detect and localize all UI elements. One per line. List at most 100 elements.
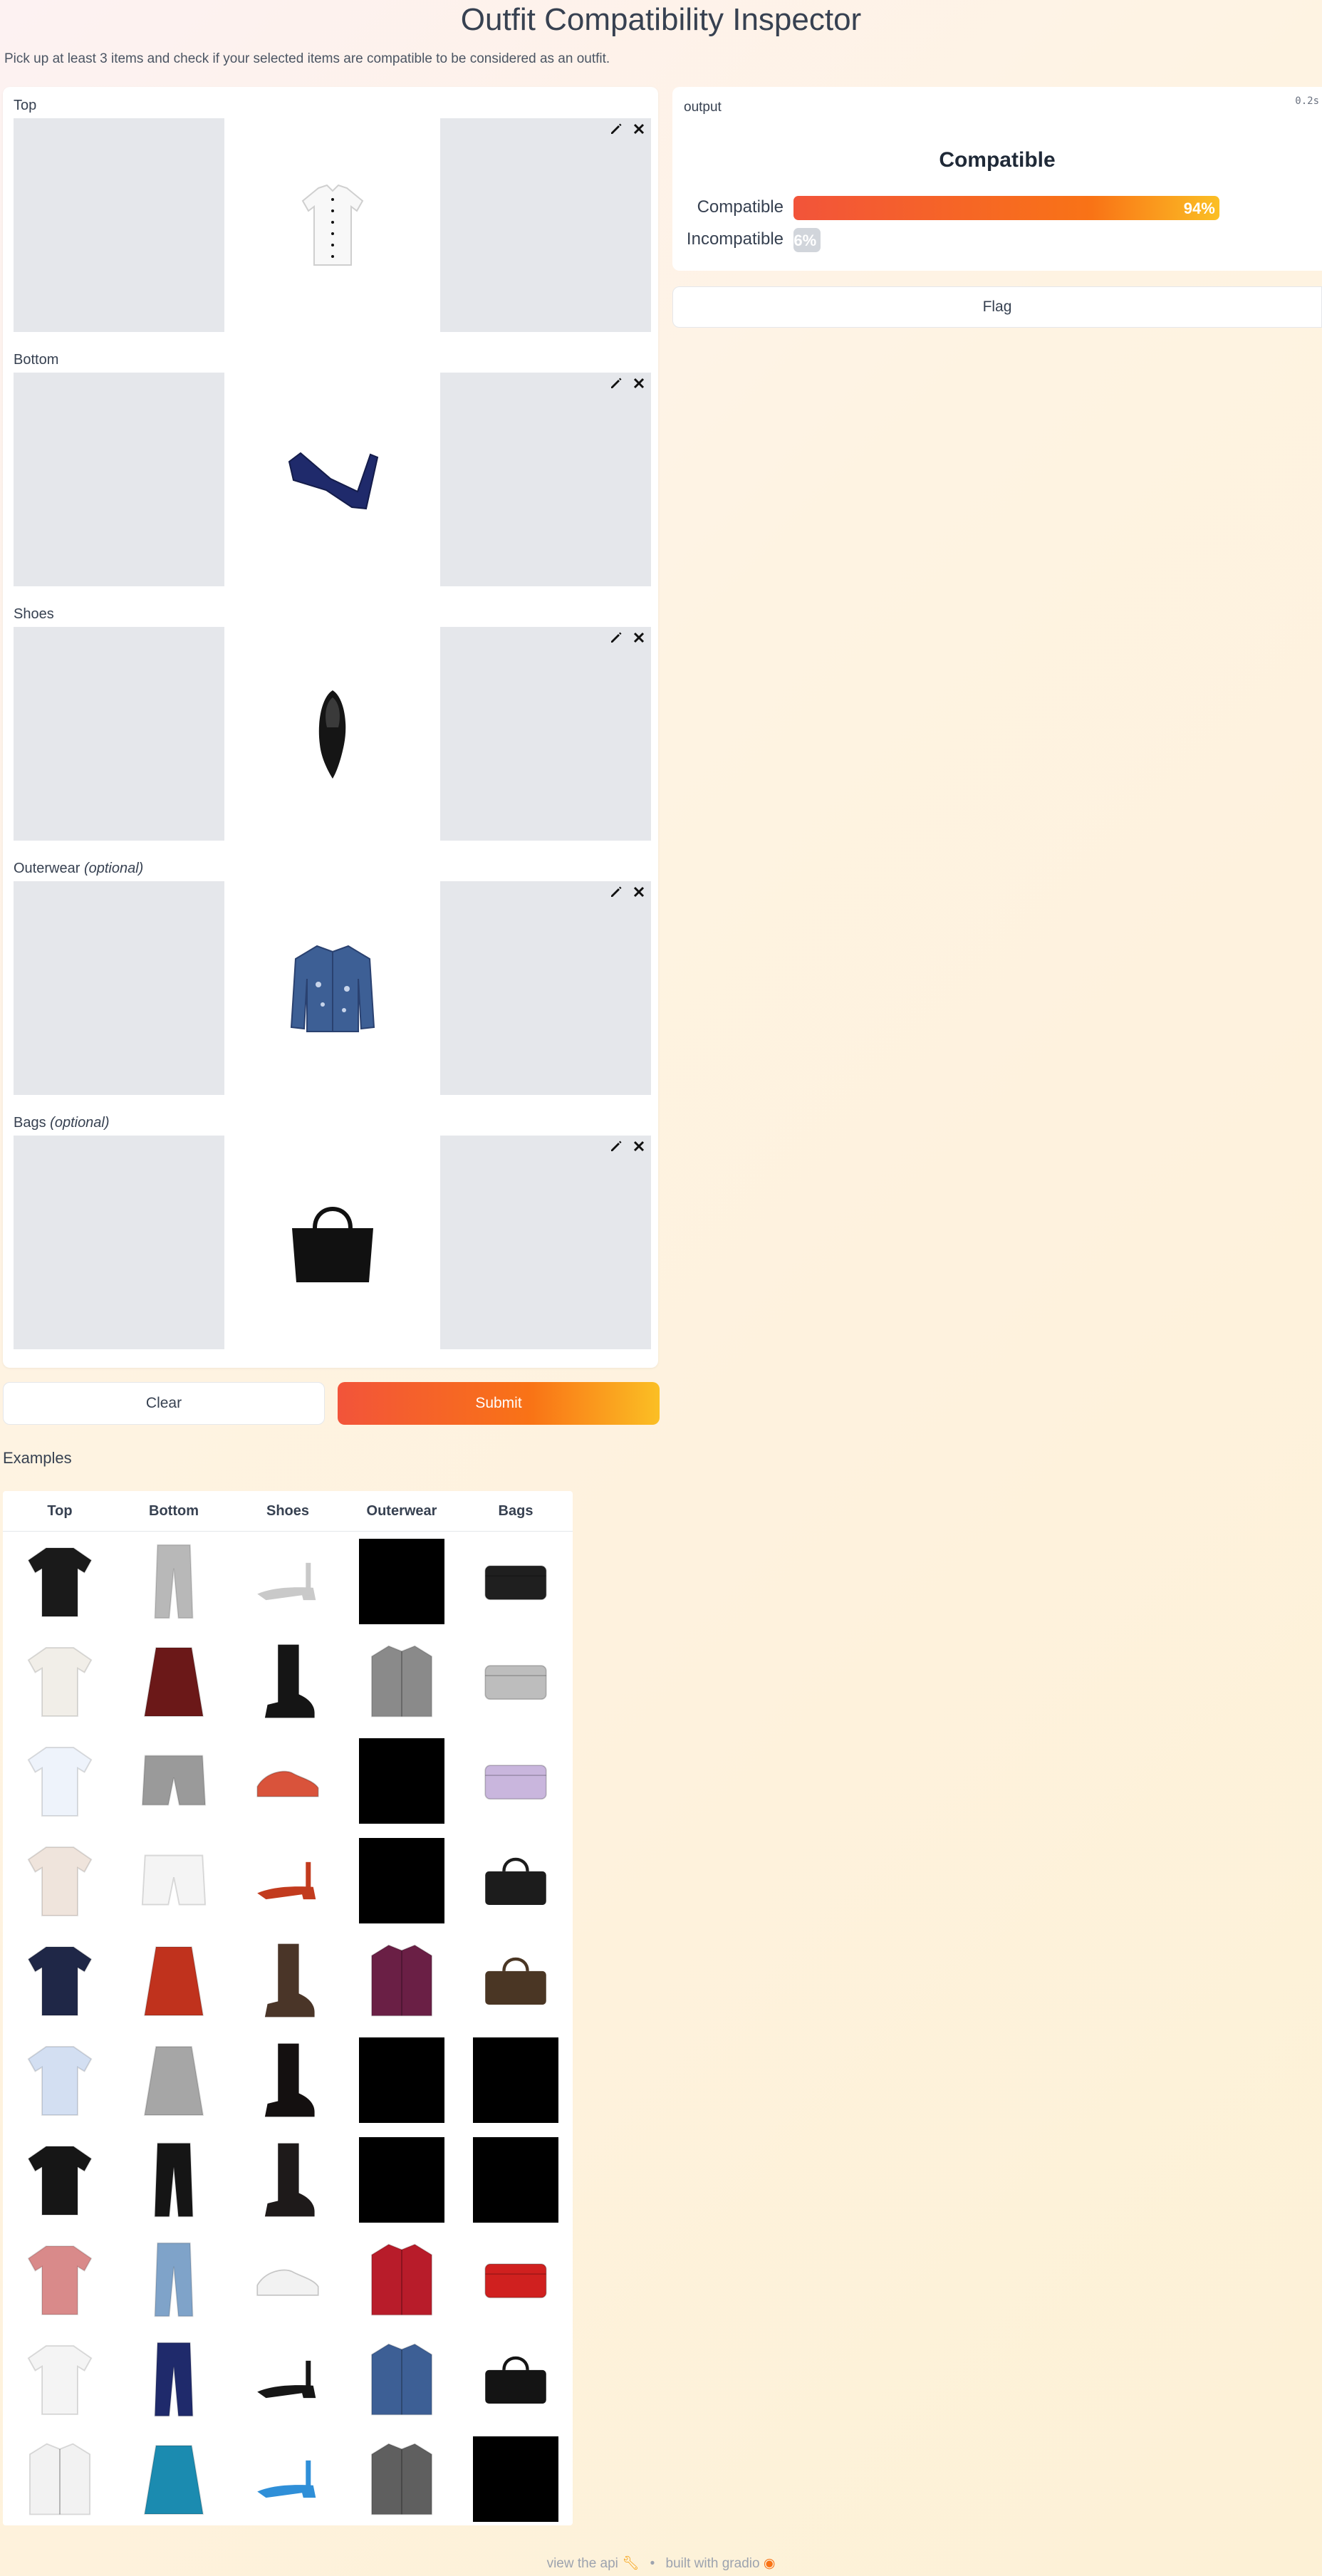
example-row[interactable] [3, 1731, 573, 1831]
confidence-percent: 6% [793, 232, 817, 249]
image-tools [608, 121, 647, 137]
example-cell [345, 1831, 459, 1931]
edit-pencil-icon[interactable] [608, 375, 624, 391]
example-cell [459, 1532, 573, 1631]
red-floral-mini-skirt-icon [131, 1638, 217, 1724]
example-cell [3, 1731, 117, 1831]
optional-tag: (optional) [83, 861, 144, 876]
edit-pencil-icon[interactable] [608, 121, 624, 137]
confidence-bar: 6% [793, 228, 821, 252]
image-slot-empty[interactable] [14, 1136, 224, 1349]
example-cell [345, 1532, 459, 1631]
view-api-link[interactable]: view the api [547, 2556, 618, 2571]
field-label-text: Top [14, 98, 37, 113]
field-label-text: Bags [14, 1115, 46, 1131]
image-slot-empty[interactable] [14, 881, 224, 1095]
example-row[interactable] [3, 2230, 573, 2330]
silver-bah-humbug-pouch-icon [473, 1638, 558, 1724]
example-row[interactable] [3, 1532, 573, 1631]
example-cell [3, 1631, 117, 1731]
bag-black-tote-icon [229, 1136, 437, 1349]
submit-button[interactable]: Submit [338, 1382, 660, 1425]
light-blue-jeans-icon [131, 2237, 217, 2322]
example-cell [231, 1831, 345, 1931]
example-cell [231, 1931, 345, 2030]
top-white-shirt-icon [229, 118, 437, 332]
image-slot-empty[interactable] [440, 881, 651, 1095]
timer-badge: 0.2s [1295, 95, 1319, 107]
brown-croc-tote-icon [473, 1938, 558, 2023]
blue-offshoulder-top-icon [17, 1738, 103, 1824]
example-cell [117, 1931, 231, 2030]
example-row[interactable] [3, 2429, 573, 2525]
grey-belted-coat-icon [359, 2436, 444, 2522]
example-cell [345, 2130, 459, 2230]
example-cell [117, 1532, 231, 1631]
close-icon[interactable] [631, 121, 647, 137]
example-cell [459, 2130, 573, 2230]
denim-jacket-icon [359, 2337, 444, 2422]
close-icon[interactable] [631, 375, 647, 391]
example-row[interactable] [3, 2030, 573, 2130]
image-gallery [14, 881, 651, 1095]
edit-pencil-icon[interactable] [608, 1138, 624, 1154]
black-vneck-top-icon [17, 1539, 103, 1624]
image-slot-empty[interactable] [14, 373, 224, 586]
example-cell [117, 2230, 231, 2330]
image-gallery [14, 627, 651, 841]
edit-pencil-icon[interactable] [608, 884, 624, 900]
light-blue-shirt-icon [17, 2037, 103, 2123]
example-cell [345, 1631, 459, 1731]
colorful-sneaker-icon [245, 1738, 330, 1824]
black-structured-bag-icon [473, 1838, 558, 1923]
column-header-outerwear: Outerwear [366, 1503, 437, 1519]
black-ripped-jeans-icon [131, 2137, 217, 2223]
black-pump-icon [245, 2337, 330, 2422]
red-mini-skirt-icon [131, 1938, 217, 2023]
example-cell [345, 1731, 459, 1831]
example-cell [231, 2030, 345, 2130]
example-cell [117, 1631, 231, 1731]
clear-button[interactable]: Clear [3, 1382, 325, 1425]
example-cell [117, 1831, 231, 1931]
image-slot-empty[interactable] [14, 118, 224, 332]
image-slot-empty[interactable] [440, 627, 651, 841]
field-bags: Bags (optional) [14, 1113, 651, 1349]
image-slot-empty[interactable] [440, 118, 651, 332]
edit-pencil-icon[interactable] [608, 630, 624, 645]
column-header-bags: Bags [498, 1503, 534, 1519]
image-slot-empty[interactable] [440, 1136, 651, 1349]
examples-heading: Examples [3, 1449, 72, 1467]
example-row[interactable] [3, 1631, 573, 1731]
image-slot-empty[interactable] [14, 627, 224, 841]
example-cell [459, 1631, 573, 1731]
built-with-gradio-link[interactable]: built with gradio [666, 2556, 760, 2571]
image-slot-empty[interactable] [440, 373, 651, 586]
example-cell [345, 1931, 459, 2030]
example-row[interactable] [3, 2330, 573, 2429]
close-icon[interactable] [631, 884, 647, 900]
result-label: Compatible [939, 148, 1056, 172]
page-title: Outfit Compatibility Inspector [460, 2, 862, 37]
grey-patterned-trousers-icon [131, 1539, 217, 1624]
empty-image-placeholder [359, 1838, 444, 1923]
teal-skirt-icon [131, 2436, 217, 2522]
output-panel: output 0.2s Compatible Compatible 94% In… [672, 87, 1322, 271]
example-row[interactable] [3, 1831, 573, 1931]
grey-long-cardigan-icon [359, 1638, 444, 1724]
bottom-navy-jeans-icon [229, 373, 437, 586]
close-icon[interactable] [631, 630, 647, 645]
example-row[interactable] [3, 1931, 573, 2030]
flag-button[interactable]: Flag [672, 286, 1322, 328]
pink-tank-top-icon [17, 2237, 103, 2322]
shoes-black-pump-icon [229, 627, 437, 841]
example-cell [345, 2330, 459, 2429]
column-header-bottom: Bottom [149, 1503, 199, 1519]
example-cell [459, 1831, 573, 1931]
close-icon[interactable] [631, 1138, 647, 1154]
examples-table: Top Bottom Shoes Outerwear Bags [3, 1491, 573, 2525]
example-cell [117, 2330, 231, 2429]
example-row[interactable] [3, 2130, 573, 2230]
empty-image-placeholder [473, 2037, 558, 2123]
empty-image-placeholder [359, 2137, 444, 2223]
